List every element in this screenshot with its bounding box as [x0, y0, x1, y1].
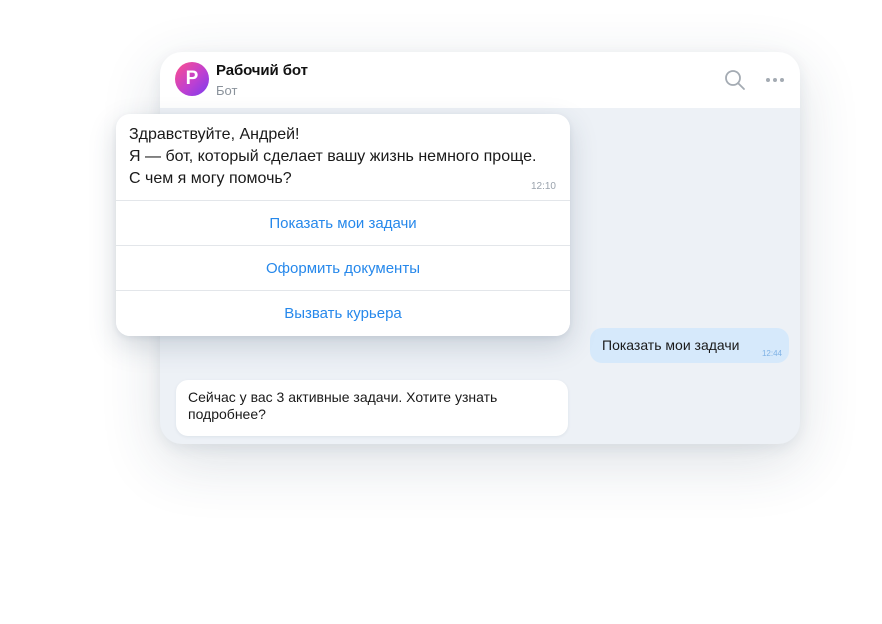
greeting-line: Здравствуйте, Андрей!: [129, 126, 300, 143]
search-button[interactable]: [723, 68, 747, 92]
chat-subtitle: Бот: [216, 83, 238, 98]
call-courier-button[interactable]: Вызвать курьера: [116, 290, 570, 336]
chat-title[interactable]: Рабочий бот: [216, 62, 308, 79]
outgoing-message[interactable]: Показать мои задачи 12:44: [590, 328, 789, 363]
search-icon: [725, 70, 745, 90]
outgoing-message-text: Показать мои задачи: [602, 337, 740, 353]
prepare-documents-button[interactable]: Оформить документы: [116, 245, 570, 291]
avatar[interactable]: Р: [175, 62, 209, 96]
incoming-message[interactable]: Сейчас у вас 3 активные задачи. Хотите у…: [176, 380, 568, 436]
greeting-line: Я — бот, который сделает вашу жизнь немн…: [129, 148, 537, 165]
greeting-message-text: Здравствуйте, Андрей! Я — бот, который с…: [129, 124, 564, 190]
chat-header: Р Рабочий бот Бот: [160, 52, 800, 108]
greeting-message-card: Здравствуйте, Андрей! Я — бот, который с…: [116, 114, 570, 336]
show-tasks-button[interactable]: Показать мои задачи: [116, 200, 570, 246]
outgoing-message-time: 12:44: [761, 349, 782, 358]
more-button[interactable]: [764, 72, 786, 88]
greeting-line: С чем я могу помочь?: [129, 170, 292, 187]
incoming-message-text: Сейчас у вас 3 активные задачи. Хотите у…: [188, 389, 498, 422]
greeting-message-time: 12:10: [530, 181, 556, 192]
more-icon: [766, 78, 784, 82]
